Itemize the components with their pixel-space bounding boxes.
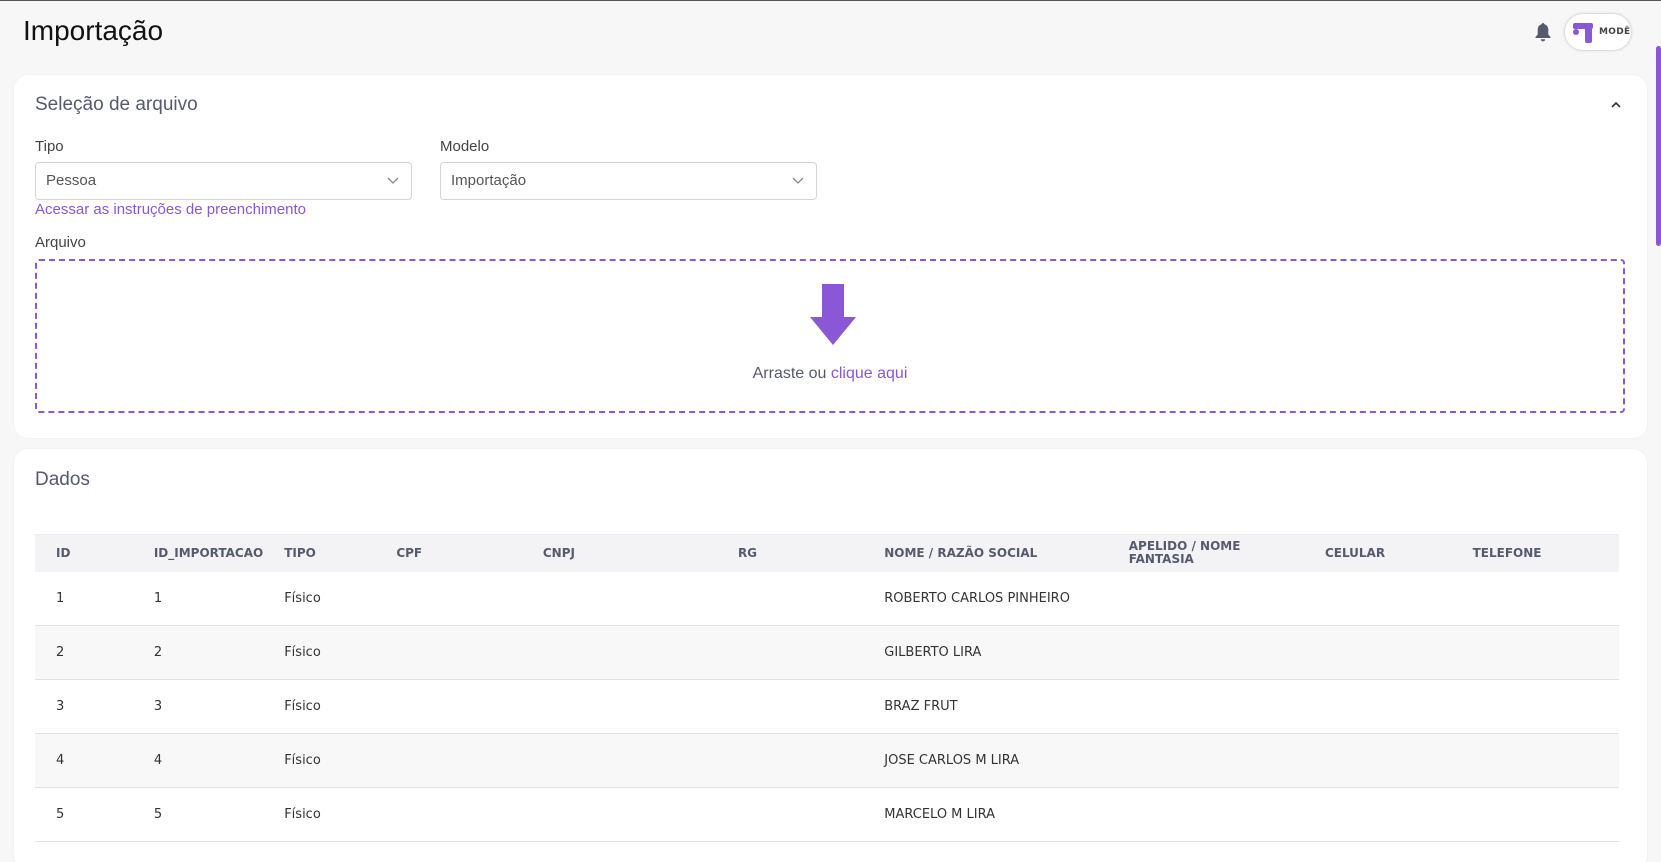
cell-apelido (1108, 680, 1304, 734)
column-header[interactable]: CNPJ (521, 534, 717, 572)
table-row[interactable]: 3 3 Físico BRAZ FRUT (35, 680, 1619, 734)
chevron-up-icon[interactable] (1610, 101, 1622, 109)
drop-instruction: Arraste ou (752, 365, 827, 382)
column-header[interactable]: TIPO (263, 534, 376, 572)
file-dropzone[interactable]: Arraste ou clique aqui (35, 259, 1625, 413)
cell-tipo: Físico (284, 807, 321, 822)
bell-icon[interactable] (1534, 22, 1552, 42)
column-header[interactable]: ID (35, 534, 133, 572)
cell-nome: BRAZ FRUT (884, 699, 958, 714)
cell-apelido (1108, 788, 1304, 842)
chevron-down-icon (792, 177, 804, 184)
cell-telefone (1452, 734, 1619, 788)
column-header[interactable]: NOME / RAZÃO SOCIAL (863, 534, 1108, 572)
cell-celular (1304, 626, 1452, 680)
instructions-link[interactable]: Acessar as instruções de preenchimento (35, 201, 306, 218)
cell-rg (717, 572, 863, 626)
cell-apelido (1108, 572, 1304, 626)
cell-rg (717, 788, 863, 842)
page-scrollbar[interactable] (1656, 46, 1661, 246)
cell-id: 4 (56, 753, 65, 768)
page-title: Importação (23, 15, 164, 46)
cell-id: 3 (56, 699, 65, 714)
table-row[interactable]: 4 4 Físico JOSE CARLOS M LIRA (35, 733, 1619, 788)
cell-telefone (1452, 626, 1619, 680)
modelo-select-value: Importação (451, 172, 527, 189)
cell-cnpj (522, 572, 717, 626)
cell-rg (717, 626, 863, 680)
cell-cpf (375, 734, 522, 788)
cell-cnpj (522, 680, 717, 734)
cell-celular (1304, 680, 1452, 734)
cell-celular (1304, 572, 1452, 626)
cell-cpf (375, 680, 522, 734)
cell-tipo: Físico (284, 699, 321, 714)
tipo-select-value: Pessoa (46, 172, 97, 189)
data-table: ID ID_IMPORTACAO TIPO CPF CNPJ RG NOME /… (35, 534, 1619, 842)
file-selection-card: Seleção de arquivo Tipo Pessoa Modelo Im… (14, 75, 1647, 438)
dropzone-text: Arraste ou clique aqui (37, 365, 1623, 383)
cell-telefone (1452, 680, 1619, 734)
click-here-link[interactable]: clique aqui (831, 365, 908, 382)
modelo-label: Modelo (440, 138, 490, 155)
tipo-label: Tipo (35, 138, 64, 155)
cell-tipo: Físico (284, 645, 321, 660)
cell-nome: MARCELO M LIRA (884, 807, 996, 822)
table-header-row: ID ID_IMPORTACAO TIPO CPF CNPJ RG NOME /… (35, 534, 1619, 572)
cell-id-importacao: 3 (153, 699, 163, 714)
cell-id: 1 (56, 590, 65, 606)
arquivo-label: Arquivo (35, 234, 86, 251)
brand-text: MODÊ (1599, 27, 1631, 37)
data-section-title: Dados (35, 469, 90, 490)
cell-celular (1304, 788, 1452, 842)
cell-cnpj (522, 734, 717, 788)
cell-rg (717, 734, 863, 788)
table-row[interactable]: 2 2 Físico GILBERTO LIRA (35, 625, 1619, 680)
table-row[interactable]: 1 1 Físico ROBERTO CARLOS PINHEIRO (35, 572, 1619, 626)
cell-cpf (375, 788, 522, 842)
cell-tipo: Físico (284, 590, 321, 606)
brand-logo-icon (1573, 23, 1593, 43)
user-avatar[interactable]: MODÊ (1565, 14, 1631, 50)
cell-cpf (375, 572, 522, 626)
column-header[interactable]: TELEFONE (1451, 534, 1619, 572)
cell-tipo: Físico (284, 753, 321, 768)
cell-nome: GILBERTO LIRA (884, 645, 982, 660)
cell-rg (717, 680, 863, 734)
column-header[interactable]: ID_IMPORTACAO (132, 534, 264, 572)
cell-telefone (1452, 572, 1619, 626)
cell-nome: ROBERTO CARLOS PINHEIRO (884, 590, 1070, 606)
column-header[interactable]: RG (716, 534, 864, 572)
column-header[interactable]: CPF (375, 534, 522, 572)
data-card: Dados ID ID_IMPORTACAO TIPO CPF CNPJ RG … (14, 449, 1647, 862)
cell-id: 2 (56, 645, 65, 660)
cell-telefone (1452, 788, 1619, 842)
cell-id-importacao: 1 (153, 590, 163, 606)
tipo-select[interactable]: Pessoa (35, 162, 412, 200)
cell-nome: JOSE CARLOS M LIRA (884, 753, 1020, 768)
cell-cnpj (522, 626, 717, 680)
cell-cpf (375, 626, 522, 680)
cell-cnpj (522, 788, 717, 842)
cell-apelido (1108, 734, 1304, 788)
cell-celular (1304, 734, 1452, 788)
cell-id-importacao: 2 (153, 645, 163, 660)
chevron-down-icon (387, 177, 399, 184)
cell-id-importacao: 4 (153, 753, 163, 768)
column-header[interactable]: APELIDO / NOME FANTASIA (1107, 534, 1304, 572)
download-arrow-icon (810, 284, 856, 345)
column-header[interactable]: CELULAR (1303, 534, 1452, 572)
file-selection-title: Seleção de arquivo (35, 94, 198, 115)
modelo-select[interactable]: Importação (440, 162, 817, 200)
cell-apelido (1108, 626, 1304, 680)
cell-id-importacao: 5 (153, 807, 163, 822)
cell-id: 5 (56, 807, 65, 822)
table-row[interactable]: 5 5 Físico MARCELO M LIRA (35, 788, 1619, 842)
